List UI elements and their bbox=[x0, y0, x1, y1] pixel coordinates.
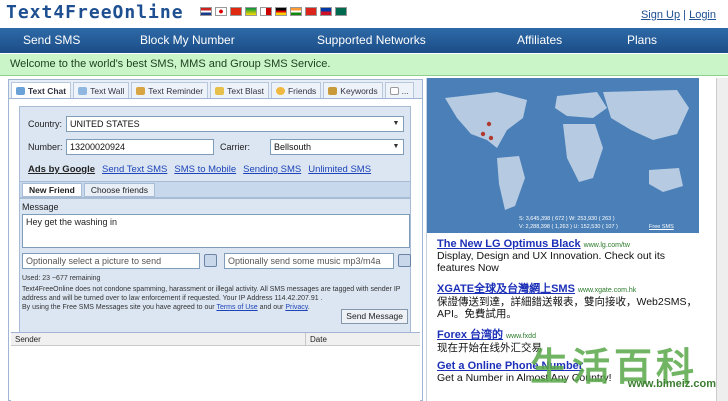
chevron-down-icon: ▼ bbox=[392, 143, 400, 150]
chevron-down-icon: ▼ bbox=[392, 120, 400, 127]
ad-links: Ads by Google Send Text SMS SMS to Mobil… bbox=[28, 164, 371, 175]
link-sms-to-mobile[interactable]: SMS to Mobile bbox=[174, 164, 236, 175]
ad-item: XGATE全球及台灣網上SMS www.xgate.com.hk 保證傳送到達，詳… bbox=[437, 280, 697, 320]
tab-friends[interactable]: Friends bbox=[270, 82, 322, 98]
col-sender[interactable]: Sender bbox=[15, 335, 41, 344]
flag-icon[interactable] bbox=[245, 7, 257, 16]
number-label: Number: bbox=[28, 142, 63, 152]
page-icon bbox=[389, 86, 399, 95]
wall-icon bbox=[78, 86, 88, 95]
ad-body: Display, Design and UX Innovation. Check… bbox=[437, 250, 666, 274]
ad-url[interactable]: www.xgate.com.hk bbox=[578, 287, 636, 294]
subtab-choose-friends[interactable]: Choose friends bbox=[83, 183, 155, 197]
disclaimer-line-1: Text4FreeOnline does not condone spammin… bbox=[22, 286, 401, 293]
chat-icon bbox=[16, 86, 25, 95]
reminder-icon bbox=[136, 86, 146, 95]
ad-item: The New LG Optimus Black www.lg.com/tw Di… bbox=[437, 238, 697, 274]
signup-link[interactable]: Sign Up bbox=[641, 9, 680, 21]
music-input[interactable]: Optionally send some music mp3/m4a bbox=[224, 253, 394, 269]
flag-icon[interactable] bbox=[305, 7, 317, 16]
ads-by-google[interactable]: Ads by Google bbox=[28, 164, 95, 175]
nav-plans[interactable]: Plans bbox=[627, 33, 657, 47]
login-link[interactable]: Login bbox=[689, 9, 716, 21]
ad-title[interactable]: XGATE全球及台灣網上SMS bbox=[437, 283, 575, 295]
link-send-text-sms[interactable]: Send Text SMS bbox=[102, 164, 167, 175]
smiley-icon bbox=[275, 86, 285, 95]
char-counter: Used: 23 ~677 remaining bbox=[22, 275, 101, 282]
world-map-graphic bbox=[427, 78, 699, 233]
table-header: Sender Date bbox=[11, 333, 420, 346]
nav-block-my-number[interactable]: Block My Number bbox=[140, 33, 235, 47]
country-select[interactable]: UNITED STATES ▼ bbox=[66, 116, 404, 132]
key-icon bbox=[328, 86, 338, 95]
music-browse-icon[interactable] bbox=[398, 254, 411, 267]
disclaimer-line-2: address and will be turned over to law e… bbox=[22, 295, 323, 302]
tab-keywords[interactable]: Keywords bbox=[323, 82, 383, 98]
main-nav: Send SMS Block My Number Supported Netwo… bbox=[0, 28, 728, 53]
tab-text-reminder[interactable]: Text Reminder bbox=[131, 82, 209, 98]
site-header: Text4FreeOnline Sign Up | Login bbox=[0, 0, 728, 28]
flag-icon[interactable] bbox=[275, 7, 287, 16]
tab-text-chat[interactable]: Text Chat bbox=[11, 82, 72, 98]
message-textarea[interactable]: Hey get the washing in bbox=[22, 214, 410, 248]
picture-input[interactable]: Optionally select a picture to send bbox=[22, 253, 200, 269]
ad-title[interactable]: Forex 台湾的 bbox=[437, 329, 503, 341]
col-date[interactable]: Date bbox=[310, 335, 327, 344]
carrier-select[interactable]: Bellsouth ▼ bbox=[270, 139, 404, 155]
flag-icon[interactable] bbox=[200, 7, 212, 16]
message-history-table: Sender Date bbox=[11, 332, 420, 401]
flag-icon[interactable] bbox=[320, 7, 332, 16]
watermark: 生活百科 www.bimeiz.com bbox=[530, 336, 720, 398]
ad-url[interactable]: www.lg.com/tw bbox=[584, 242, 630, 249]
flag-icon[interactable] bbox=[290, 7, 302, 16]
map-stats-2: V: 2,288,398 ( 1,263 ) U: 152,530 ( 107 … bbox=[519, 224, 618, 230]
column-divider bbox=[305, 333, 306, 346]
flag-icon[interactable] bbox=[230, 7, 242, 16]
nav-send-sms[interactable]: Send SMS bbox=[23, 33, 80, 47]
map-stats-1: S: 3,645,398 ( 672 ) W: 253,930 ( 263 ) bbox=[519, 216, 615, 222]
privacy-link[interactable]: Privacy bbox=[285, 304, 307, 311]
panel-tabs: Text Chat Text Wall Text Reminder Text B… bbox=[9, 80, 422, 99]
terms-link[interactable]: Terms of Use bbox=[216, 304, 257, 311]
message-label: Message bbox=[22, 202, 59, 212]
sms-panel: Text Chat Text Wall Text Reminder Text B… bbox=[8, 79, 423, 401]
flag-icon[interactable] bbox=[335, 7, 347, 16]
nav-affiliates[interactable]: Affiliates bbox=[517, 33, 562, 47]
subtab-new-friend[interactable]: New Friend bbox=[22, 183, 82, 197]
world-map[interactable]: S: 3,645,398 ( 672 ) W: 253,930 ( 263 ) … bbox=[427, 78, 699, 233]
nav-supported-networks[interactable]: Supported Networks bbox=[317, 33, 426, 47]
ad-body: 保證傳送到達，詳細錯送報表，雙向接收，Web2SMS，API。免費試用。 bbox=[437, 296, 697, 320]
free-sms-link[interactable]: Free SMS bbox=[649, 224, 674, 230]
country-label: Country: bbox=[28, 119, 63, 129]
language-flags bbox=[200, 7, 347, 16]
tab-text-wall[interactable]: Text Wall bbox=[73, 82, 130, 98]
ad-title[interactable]: The New LG Optimus Black bbox=[437, 238, 581, 250]
link-unlimited-sms[interactable]: Unlimited SMS bbox=[308, 164, 371, 175]
send-message-button[interactable]: Send Message bbox=[341, 309, 408, 324]
link-sending-sms[interactable]: Sending SMS bbox=[243, 164, 301, 175]
number-input[interactable]: 13200020924 bbox=[66, 139, 214, 155]
friend-subtabs: New Friend Choose friends bbox=[20, 181, 410, 198]
flag-icon[interactable] bbox=[260, 7, 272, 16]
welcome-banner: Welcome to the world's best SMS, MMS and… bbox=[0, 54, 728, 76]
blast-icon bbox=[215, 86, 225, 95]
tab-more[interactable]: ... bbox=[384, 82, 414, 98]
auth-separator: | bbox=[683, 9, 687, 21]
picture-browse-icon[interactable] bbox=[204, 254, 217, 267]
flag-icon[interactable] bbox=[215, 7, 227, 16]
site-logo[interactable]: Text4FreeOnline bbox=[6, 2, 184, 23]
watermark-url: www.bimeiz.com bbox=[627, 378, 716, 390]
carrier-label: Carrier: bbox=[220, 142, 251, 152]
tab-text-blast[interactable]: Text Blast bbox=[210, 82, 269, 98]
auth-links: Sign Up | Login bbox=[641, 9, 716, 21]
